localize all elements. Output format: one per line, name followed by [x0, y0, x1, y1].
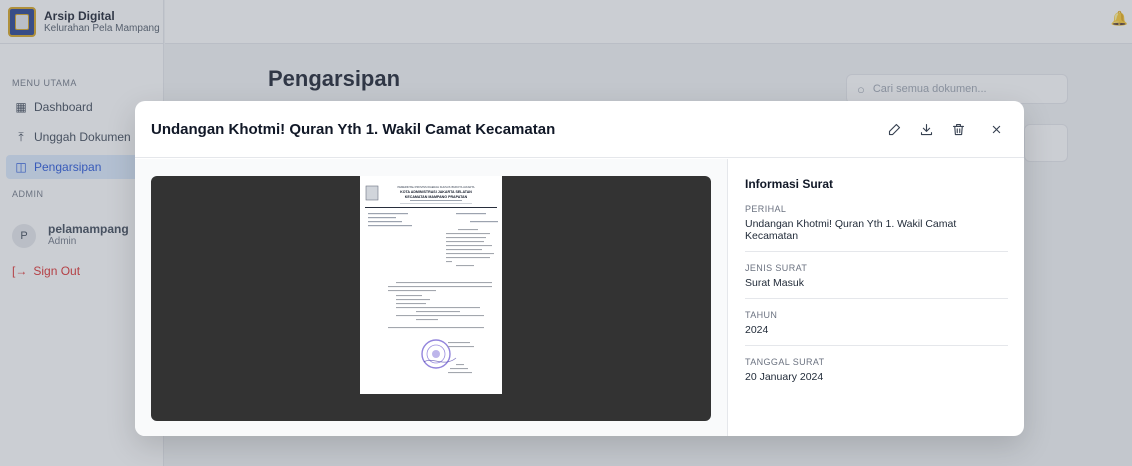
modal-header: Undangan Khotmi! Quran Yth 1. Wakil Cama… — [135, 101, 1024, 158]
info-heading: Informasi Surat — [745, 177, 834, 191]
field-perihal: PERIHAL Undangan Khotmi! Quran Yth 1. Wa… — [745, 204, 1008, 252]
letterhead-line-1: PEMERINTAH PROVINSI DAERAH KHUSUS IBUKOT… — [398, 185, 475, 189]
download-icon — [920, 123, 932, 135]
letterhead-emblem — [365, 185, 379, 201]
edit-icon — [888, 123, 900, 135]
edit-button[interactable] — [882, 117, 906, 141]
modal-body: PEMERINTAH PROVINSI DAERAH KHUSUS IBUKOT… — [135, 159, 1024, 436]
field-value: Surat Masuk — [745, 277, 804, 289]
preview-pane: PEMERINTAH PROVINSI DAERAH KHUSUS IBUKOT… — [135, 159, 728, 436]
trash-icon — [952, 123, 964, 135]
field-value: 2024 — [745, 324, 769, 336]
document-page: PEMERINTAH PROVINSI DAERAH KHUSUS IBUKOT… — [360, 176, 502, 394]
signature — [423, 357, 457, 363]
field-jenis-surat: JENIS SURAT Surat Masuk — [745, 263, 1008, 299]
delete-button[interactable] — [946, 117, 970, 141]
field-label: TAHUN — [745, 310, 778, 320]
close-icon — [992, 125, 1000, 133]
field-value: Undangan Khotmi! Quran Yth 1. Wakil Cama… — [745, 218, 957, 242]
field-value: 20 January 2024 — [745, 371, 824, 383]
download-button[interactable] — [914, 117, 938, 141]
letterhead-line-3: KECAMATAN MAMPANG PRAPATAN — [405, 195, 468, 199]
letter-info-panel: Informasi Surat PERIHAL Undangan Khotmi!… — [728, 159, 1024, 436]
modal-actions — [874, 117, 1008, 141]
letterhead-line-2: KOTA ADMINISTRASI JAKARTA SELATAN — [400, 190, 472, 194]
field-tanggal-surat: TANGGAL SURAT 20 January 2024 — [745, 357, 1008, 392]
field-label: TANGGAL SURAT — [745, 357, 825, 367]
field-tahun: TAHUN 2024 — [745, 310, 1008, 346]
field-label: PERIHAL — [745, 204, 787, 214]
document-detail-modal: Undangan Khotmi! Quran Yth 1. Wakil Cama… — [135, 101, 1024, 436]
field-label: JENIS SURAT — [745, 263, 808, 273]
document-viewer[interactable]: PEMERINTAH PROVINSI DAERAH KHUSUS IBUKOT… — [151, 176, 711, 421]
scanned-letter-image: PEMERINTAH PROVINSI DAERAH KHUSUS IBUKOT… — [365, 185, 498, 374]
modal-title: Undangan Khotmi! Quran Yth 1. Wakil Cama… — [151, 120, 556, 138]
close-button[interactable] — [984, 117, 1008, 141]
